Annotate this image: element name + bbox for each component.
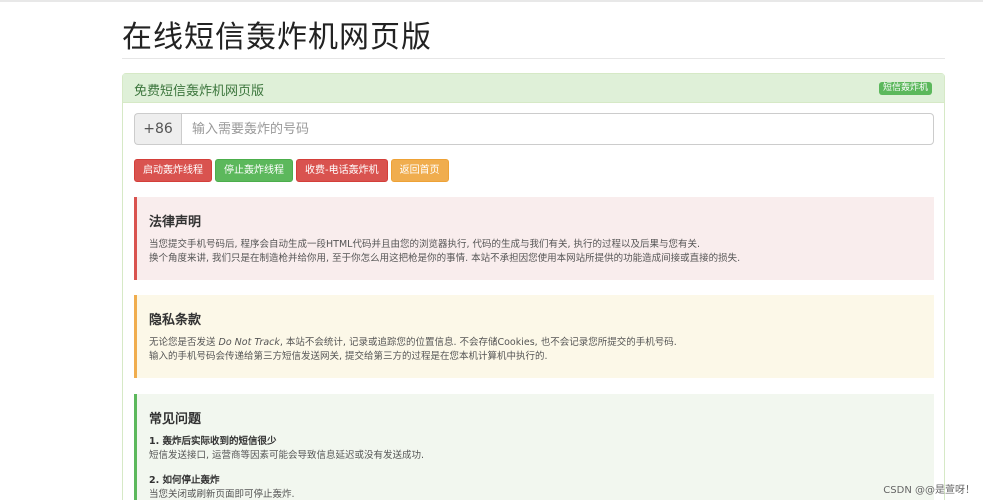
start-bombing-button[interactable]: 启动轰炸线程 <box>134 159 212 182</box>
faq-question-1: 1. 轰炸后实际收到的短信很少 <box>149 436 277 447</box>
privacy-terms-title: 隐私条款 <box>149 313 202 328</box>
legal-notice-line-2: 换个角度来讲, 我们只是在制造枪并给你用, 至于你怎么用这把枪是你的事情. 本站… <box>149 253 741 264</box>
privacy-line-suffix: , 本站不会统计, 记录或追踪您的位置信息. 不会存储Cookies, 也不会记… <box>279 337 677 348</box>
faq-title: 常见问题 <box>149 412 202 427</box>
phone-number-input[interactable] <box>181 113 934 145</box>
top-border <box>0 0 983 2</box>
country-code-addon: +86 <box>134 113 181 145</box>
privacy-terms-line-2: 输入的手机号码会传递给第三方短信发送网关, 提交给第三方的过程是在您本机计算机中… <box>149 351 548 362</box>
csdn-watermark: CSDN @@是萱呀！ <box>883 485 975 496</box>
phone-input-group: +86 <box>134 113 934 145</box>
paid-phone-bomber-button[interactable]: 收费-电话轰炸机 <box>296 159 388 182</box>
legal-notice: 法律声明 当您提交手机号码后, 程序会自动生成一段HTML代码并且由您的浏览器执… <box>134 197 934 280</box>
faq-question-2: 2. 如何停止轰炸 <box>149 475 220 486</box>
back-home-button[interactable]: 返回首页 <box>390 159 449 182</box>
do-not-track-text: Do Not Track <box>218 337 280 348</box>
faq-section: 常见问题 1. 轰炸后实际收到的短信很少 短信发送接口, 运营商等因素可能会导致… <box>134 394 934 500</box>
legal-notice-title: 法律声明 <box>149 215 202 230</box>
panel-heading-title: 免费短信轰炸机网页版 <box>134 84 265 99</box>
panel-badge: 短信轰炸机 <box>878 82 932 95</box>
page-title: 在线短信轰炸机网页版 <box>122 20 432 55</box>
legal-notice-line-1: 当您提交手机号码后, 程序会自动生成一段HTML代码并且由您的浏览器执行, 代码… <box>149 239 701 250</box>
stop-bombing-button[interactable]: 停止轰炸线程 <box>215 159 293 182</box>
title-divider <box>122 58 945 59</box>
privacy-line-prefix: 无论您是否发送 <box>149 337 219 348</box>
bomber-panel: 免费短信轰炸机网页版 短信轰炸机 +86 启动轰炸线程 停止轰炸线程 收费-电话… <box>122 73 945 500</box>
faq-answer-1: 短信发送接口, 运营商等因素可能会导致信息延迟或没有发送成功. <box>149 450 425 461</box>
privacy-terms: 隐私条款 无论您是否发送 Do Not Track, 本站不会统计, 记录或追踪… <box>134 295 934 378</box>
action-buttons: 启动轰炸线程 停止轰炸线程 收费-电话轰炸机 返回首页 <box>134 159 449 182</box>
panel-heading: 免费短信轰炸机网页版 短信轰炸机 <box>123 74 944 103</box>
faq-answer-2: 当您关闭或刷新页面即可停止轰炸. <box>149 489 295 500</box>
privacy-terms-line-1: 无论您是否发送 Do Not Track, 本站不会统计, 记录或追踪您的位置信… <box>149 336 922 350</box>
